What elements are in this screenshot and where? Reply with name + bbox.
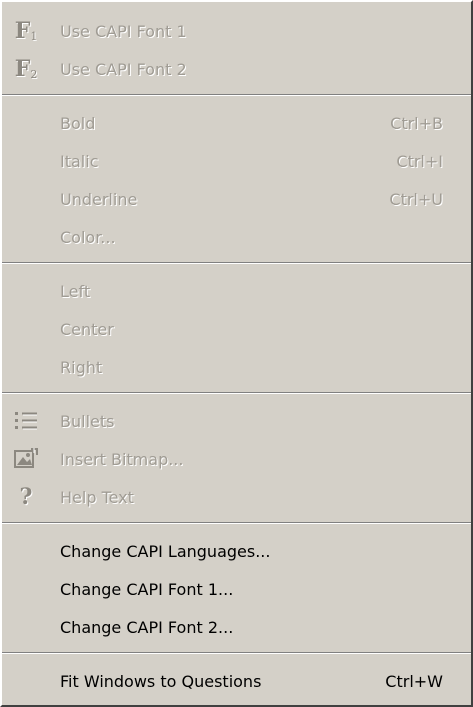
menu-item-label: Insert Bitmap... bbox=[60, 449, 184, 469]
menu-item-shortcut: Ctrl+W bbox=[385, 671, 443, 691]
help-icon: ? bbox=[19, 484, 33, 510]
menu-item-right[interactable]: Right bbox=[2, 348, 471, 386]
menu-item-left[interactable]: Left bbox=[2, 272, 471, 310]
menu-item-label: Bold bbox=[60, 113, 96, 133]
menu-item-label: Left bbox=[60, 281, 91, 301]
menu-item-label: Underline bbox=[60, 189, 138, 209]
menu-item-label: Italic bbox=[60, 151, 99, 171]
menu-item-change-capi-languages[interactable]: Change CAPI Languages... bbox=[2, 532, 471, 570]
menu-item-bullets[interactable]: Bullets bbox=[2, 402, 471, 440]
menu-separator bbox=[2, 262, 471, 264]
menu-item-change-capi-font-1[interactable]: Change CAPI Font 1... bbox=[2, 570, 471, 608]
menu-item-underline[interactable]: Underline Ctrl+U bbox=[2, 180, 471, 218]
menu-separator bbox=[2, 94, 471, 96]
menu-separator bbox=[2, 392, 471, 394]
menu-item-label: Center bbox=[60, 319, 114, 339]
font-1-icon: F1 bbox=[14, 18, 38, 44]
font-2-icon: F2 bbox=[14, 56, 38, 82]
menu-item-label: Bullets bbox=[60, 411, 115, 431]
menu-item-center[interactable]: Center bbox=[2, 310, 471, 348]
menu-item-label: Color... bbox=[60, 227, 116, 247]
context-menu: F1 Use CAPI Font 1 F2 Use CAPI Font 2 Bo… bbox=[0, 0, 473, 707]
menu-item-bold[interactable]: Bold Ctrl+B bbox=[2, 104, 471, 142]
menu-item-label: Help Text bbox=[60, 487, 134, 507]
bullets-icon bbox=[12, 408, 40, 434]
menu-item-color[interactable]: Color... bbox=[2, 218, 471, 256]
menu-item-label: Fit Windows to Questions bbox=[60, 671, 262, 691]
menu-item-help-text[interactable]: ? Help Text bbox=[2, 478, 471, 516]
insert-bitmap-icon bbox=[12, 446, 40, 472]
menu-item-label: Use CAPI Font 2 bbox=[60, 59, 187, 79]
menu-item-label: Change CAPI Languages... bbox=[60, 541, 271, 561]
menu-item-change-capi-font-2[interactable]: Change CAPI Font 2... bbox=[2, 608, 471, 646]
menu-separator bbox=[2, 522, 471, 524]
menu-item-label: Change CAPI Font 2... bbox=[60, 617, 234, 637]
menu-item-label: Use CAPI Font 1 bbox=[60, 21, 187, 41]
menu-item-italic[interactable]: Italic Ctrl+I bbox=[2, 142, 471, 180]
menu-item-shortcut: Ctrl+U bbox=[389, 189, 443, 209]
menu-item-fit-windows-to-questions[interactable]: Fit Windows to Questions Ctrl+W bbox=[2, 662, 471, 700]
menu-separator bbox=[2, 652, 471, 654]
menu-item-insert-bitmap[interactable]: Insert Bitmap... bbox=[2, 440, 471, 478]
menu-item-label: Change CAPI Font 1... bbox=[60, 579, 234, 599]
menu-item-shortcut: Ctrl+B bbox=[390, 113, 443, 133]
menu-item-use-capi-font-1[interactable]: F1 Use CAPI Font 1 bbox=[2, 12, 471, 50]
menu-item-shortcut: Ctrl+I bbox=[396, 151, 443, 171]
menu-item-label: Right bbox=[60, 357, 103, 377]
menu-item-use-capi-font-2[interactable]: F2 Use CAPI Font 2 bbox=[2, 50, 471, 88]
